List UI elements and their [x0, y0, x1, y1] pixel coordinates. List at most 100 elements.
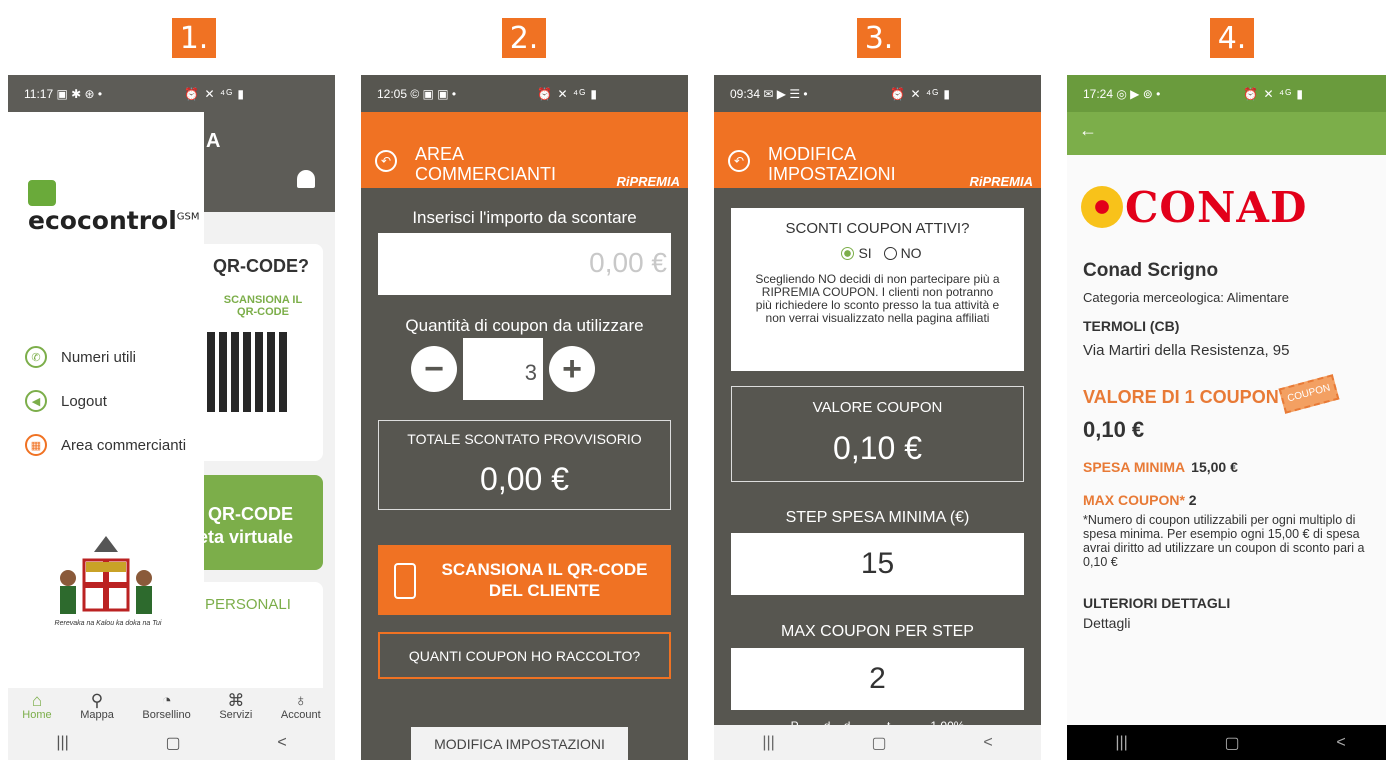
amount-label: Inserisci l'importo da scontare [412, 208, 637, 227]
home-button[interactable]: ▢ [872, 733, 887, 753]
step-badge-2: 2. [502, 18, 546, 58]
total-label: TOTALE SCONTATO PROVVISORIO [407, 431, 642, 447]
coupon-description: Scegliendo NO decidi di non partecipare … [755, 272, 1000, 325]
step-badge-1: 1. [172, 18, 216, 58]
back-circle-icon[interactable]: ↶ [728, 150, 750, 172]
radio-no-label: NO [900, 245, 922, 261]
system-nav-bar: ||| ▢ < [714, 725, 1041, 760]
drawer-menu: ✆ Numeri utili ◀ Logout ▦ Area commercianti [25, 335, 186, 467]
coupon-value-box: VALORE COUPON 0,10 € [731, 386, 1024, 482]
home-button[interactable]: ▢ [166, 733, 181, 753]
home-button[interactable]: ▢ [1225, 733, 1240, 753]
leaf-icon [28, 180, 56, 206]
title-line-2: IMPOSTAZIONI [768, 164, 896, 184]
coupon-active-card: SCONTI COUPON ATTIVI? SI NO Scegliendo N… [731, 208, 1024, 371]
minus-button[interactable]: − [411, 346, 457, 392]
tab-servizi[interactable]: ⌘ Servizi [219, 692, 252, 721]
page-title: AREA COMMERCIANTI [415, 144, 556, 184]
conad-logo-text: CONAD [1125, 183, 1308, 232]
tab-home[interactable]: ⌂ Home [22, 692, 51, 721]
back-button[interactable]: < [1336, 734, 1345, 752]
status-icons: ▣ ✱ ⊛ • [56, 86, 103, 101]
side-drawer: ecocontrolGSM ✆ Numeri utili ◀ Logout ▦ Are… [8, 112, 204, 688]
yes-no-radio-group: SI NO [731, 245, 1024, 261]
details-link[interactable]: Dettagli [1083, 615, 1130, 631]
conad-logo: CONAD [1081, 183, 1307, 232]
piggy-bank-icon: ◔ [161, 691, 172, 710]
max-coupon-note: *Numero di coupon utilizzabili per ogni … [1083, 513, 1365, 569]
quantity-input[interactable]: 3 [463, 338, 543, 400]
title-line-1: AREA [415, 144, 465, 164]
scan-line-1: SCANSIONA IL QR-CODE [441, 560, 648, 579]
coupon-value-label: VALORE COUPON [812, 399, 943, 416]
coupon-tag-icon: COUPON [1278, 374, 1340, 414]
coupon-value-label: VALORE DI 1 COUPON [1083, 387, 1279, 407]
tab-borsellino[interactable]: ◔ Borsellino [142, 692, 190, 721]
shop-icon: ▦ [25, 434, 47, 456]
status-bar: 11:17 ▣ ✱ ⊛ • ⏰ ✕ ⁴ᴳ ▮ [8, 75, 335, 112]
tab-label: Servizi [219, 709, 253, 721]
page-header: ↶ MODIFICA IMPOSTAZIONI RiPREMIA [714, 112, 1041, 189]
back-button[interactable]: < [983, 734, 992, 752]
status-time: 12:05 [377, 86, 408, 101]
qr-virtual-card[interactable]: l QR-CODE eta virtuale [183, 475, 323, 570]
bell-icon[interactable] [297, 170, 315, 188]
modifica-impostazioni-button[interactable]: MODIFICA IMPOSTAZIONI [411, 727, 628, 760]
status-icons: ◎ ▶ ⊚ • [1116, 86, 1161, 101]
back-arrow-icon[interactable]: ← [1079, 120, 1097, 140]
radio-si[interactable] [841, 247, 855, 260]
qr-card[interactable]: QR-CODE? SCANSIONA IL QR-CODE [183, 244, 323, 461]
tab-mappa[interactable]: ⚲ Mappa [80, 692, 114, 721]
tab-account[interactable]: ♁ Account [281, 692, 321, 721]
radio-si-label: SI [858, 245, 872, 261]
tab-label: Home [22, 709, 52, 721]
phone-screen-3: 09:34 ✉ ▶ ☰ • ⏰ ✕ ⁴ᴳ ▮ ↶ MODIFICA IMPOSTA… [714, 75, 1041, 760]
max-coupon-input[interactable]: 2 [731, 648, 1024, 710]
store-name: Conad Scrigno [1083, 260, 1219, 281]
min-spend-label: SPESA MINIMA [1083, 459, 1186, 475]
coupon-active-question: SCONTI COUPON ATTIVI? [785, 220, 970, 237]
recents-button[interactable]: ||| [1115, 734, 1127, 752]
max-coupon-value: 2 [1188, 492, 1197, 508]
menu-item-logout[interactable]: ◀ Logout [25, 379, 186, 423]
back-button[interactable]: < [277, 734, 286, 752]
radio-no[interactable] [883, 247, 897, 260]
status-right-icons: ⏰ ✕ ⁴ᴳ ▮ [1243, 86, 1304, 101]
recents-button[interactable]: ||| [56, 734, 68, 752]
page-header: ↶ AREA COMMERCIANTI RiPREMIA [361, 112, 688, 189]
ripremia-logo: RiPREMIA [969, 174, 1033, 189]
min-spend-value: 15,00 € [1191, 459, 1238, 475]
status-time: 09:34 [730, 86, 761, 101]
phone-icon: ✆ [25, 346, 47, 368]
step-badge-3: 3. [857, 18, 901, 58]
total-value: 0,00 € [480, 461, 569, 497]
coat-of-arms-icon [60, 536, 152, 614]
status-icons: © ▣ ▣ • [410, 86, 457, 101]
store-city: TERMOLI (CB) [1083, 318, 1180, 334]
ecocontrol-logo: ecocontrolGSM [28, 177, 204, 235]
back-circle-icon[interactable]: ↶ [375, 150, 397, 172]
step-input[interactable]: 15 [731, 533, 1024, 595]
coupon-value: 0,10 € [833, 430, 922, 466]
page-title: MODIFICA IMPOSTAZIONI [768, 144, 896, 184]
store-address: Via Martiri della Resistenza, 95 [1083, 342, 1290, 359]
menu-item-area-commercianti[interactable]: ▦ Area commercianti [25, 423, 186, 467]
title-line-2: COMMERCIANTI [415, 164, 556, 184]
title-line-1: MODIFICA [768, 144, 856, 164]
status-icons: ✉ ▶ ☰ • [763, 86, 808, 101]
menu-label: Area commercianti [61, 436, 187, 454]
plus-button[interactable]: + [549, 346, 595, 392]
ripremia-logo: RiPREMIA [616, 174, 680, 189]
menu-item-numeri-utili[interactable]: ✆ Numeri utili [25, 335, 186, 379]
coupon-count-button[interactable]: QUANTI COUPON HO RACCOLTO? [378, 632, 671, 679]
map-icon: ⚲ [90, 691, 104, 710]
max-coupon-label: MAX COUPON PER STEP [781, 623, 974, 640]
phone-screen-4: 17:24 ◎ ▶ ⊚ • ⏰ ✕ ⁴ᴳ ▮ ← CONAD Conad Scr… [1067, 75, 1386, 760]
recents-button[interactable]: ||| [762, 734, 774, 752]
tab-label: Mappa [80, 709, 114, 721]
scan-qr-button[interactable]: SCANSIONA IL QR-CODE DEL CLIENTE [378, 545, 671, 615]
phone-screen-1: 11:17 ▣ ✱ ⊛ • ⏰ ✕ ⁴ᴳ ▮ A QR-CODE? SCANSI… [8, 75, 335, 760]
min-spend: SPESA MINIMA 15,00 € [1083, 459, 1238, 475]
quantity-label: Quantità di coupon da utilizzare [405, 316, 644, 335]
amount-input[interactable]: 0,00 € [378, 233, 671, 295]
